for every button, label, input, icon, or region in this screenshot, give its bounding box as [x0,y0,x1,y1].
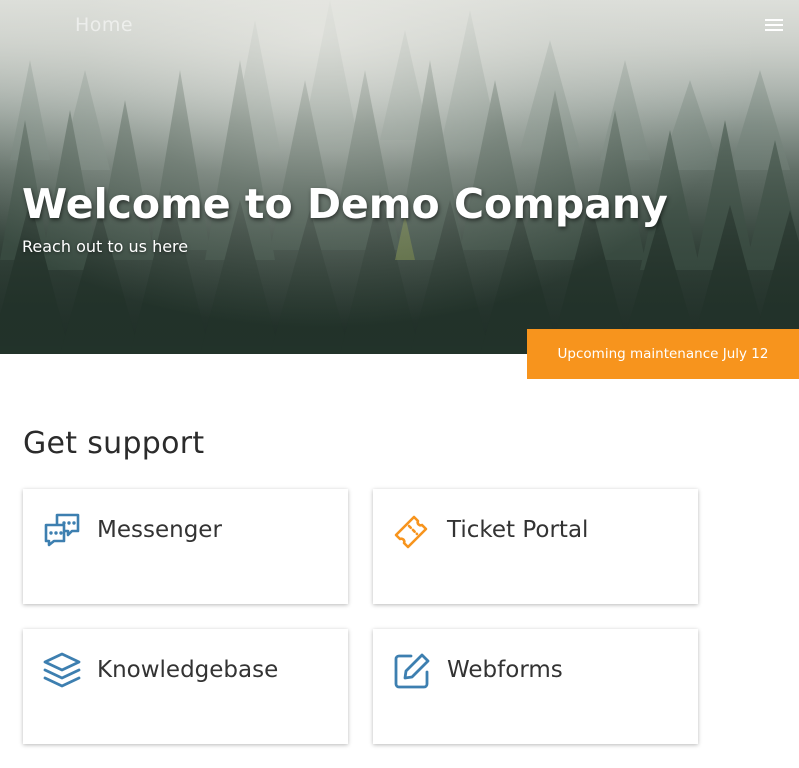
section-title: Get support [23,426,205,461]
edit-form-icon [394,653,430,689]
ticket-portal-card[interactable]: Ticket Portal [373,489,698,604]
mist-overlay [0,0,799,354]
webforms-card-label: Webforms [447,657,563,683]
knowledgebase-card-label: Knowledgebase [97,657,279,683]
chat-bubbles-icon [44,513,80,547]
menu-line [765,24,783,26]
hero-subtitle-link[interactable]: Reach out to us here [22,237,188,256]
menu-line [765,29,783,31]
ticket-portal-card-label: Ticket Portal [447,517,589,543]
maintenance-notice-banner[interactable]: Upcoming maintenance July 12 [527,329,799,379]
hamburger-menu-icon[interactable] [765,18,783,32]
layers-icon [43,652,81,688]
menu-line [765,19,783,21]
hero-banner: Home Welcome to Demo Company Reach out t… [0,0,799,354]
hero-title: Welcome to Demo Company [22,180,668,228]
messenger-card[interactable]: Messenger [23,489,348,604]
ticket-icon [394,515,428,549]
nav-home-link[interactable]: Home [75,14,133,36]
webforms-card[interactable]: Webforms [373,629,698,744]
knowledgebase-card[interactable]: Knowledgebase [23,629,348,744]
messenger-card-label: Messenger [97,517,222,543]
